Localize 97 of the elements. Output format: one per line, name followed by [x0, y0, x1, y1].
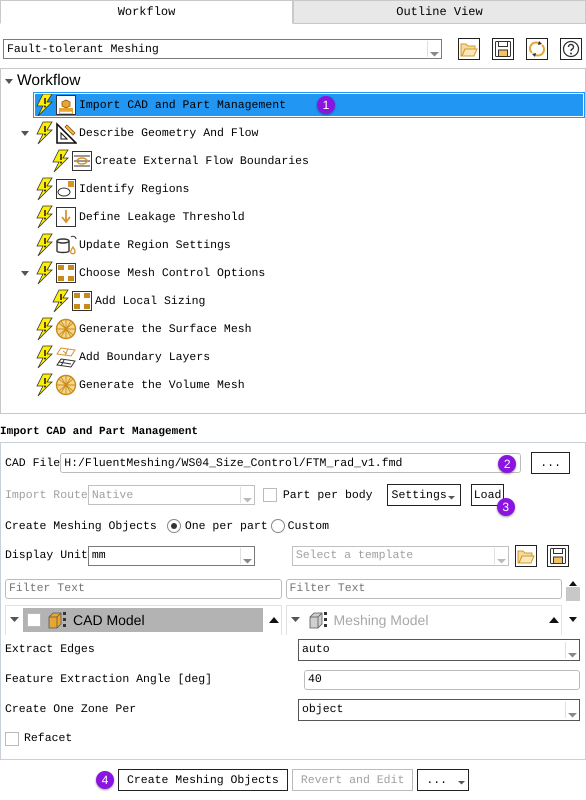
corner-squares-icon — [71, 290, 93, 312]
checkbox-label: Refacet — [24, 732, 72, 746]
checkbox[interactable] — [5, 732, 19, 746]
filter-field[interactable]: Filter Text — [286, 578, 562, 598]
scroll-down-icon — [568, 616, 578, 624]
warning-bolt-icon — [35, 93, 53, 117]
scroll-up-icon — [266, 615, 280, 625]
callout-badge: 3 — [496, 498, 515, 516]
warning-bolt-icon — [35, 121, 53, 145]
help-icon — [561, 39, 581, 59]
warning-bolt-icon — [35, 345, 53, 369]
cube-icon — [47, 611, 67, 629]
number-field[interactable]: 40 — [304, 670, 580, 690]
save-button[interactable] — [546, 544, 569, 566]
region-shape-icon — [55, 178, 77, 200]
settings-button[interactable]: Settings — [386, 484, 461, 506]
warning-bolt-icon — [51, 289, 69, 313]
grid-layers-icon — [55, 346, 77, 368]
field-label: CAD File — [5, 456, 60, 470]
workflow-dropdown[interactable]: Fault-tolerant Meshing — [3, 39, 442, 59]
tree-item[interactable]: Add Local Sizing — [49, 288, 585, 314]
field-label: Extract Edges — [5, 643, 96, 656]
expand-arrow[interactable] — [21, 130, 29, 136]
save-icon — [493, 39, 513, 59]
scrollbar-thumb[interactable] — [566, 586, 580, 600]
field-label: Create Meshing Objects — [5, 520, 157, 533]
checkbox[interactable] — [262, 488, 277, 502]
tree-item[interactable]: Identify Regions — [33, 176, 585, 202]
radio-label: One per part — [184, 520, 268, 533]
dropdown-arrow-icon — [568, 712, 577, 718]
warning-bolt-icon — [35, 317, 53, 341]
mesh-sphere-icon — [55, 374, 77, 396]
corner-squares-icon — [55, 262, 77, 284]
expand-arrow-icon — [10, 617, 19, 623]
callout-badge: 1 — [317, 96, 335, 114]
expand-arrow-icon — [290, 617, 300, 623]
save-button[interactable] — [492, 38, 514, 60]
panel-title: Import CAD and Part Management — [0, 426, 200, 438]
dropdown[interactable]: object — [298, 698, 580, 720]
warning-bolt-icon — [35, 261, 53, 285]
warning-bolt-icon — [51, 149, 69, 173]
open-button[interactable] — [458, 38, 480, 60]
warning-bolt-icon — [35, 177, 53, 201]
dropdown[interactable]: auto — [298, 638, 580, 660]
model-list-item[interactable]: CAD Model — [23, 608, 262, 632]
unit-dropdown[interactable]: mm — [88, 546, 255, 566]
tree-item[interactable]: Create External Flow Boundaries — [49, 148, 585, 174]
warning-bolt-icon — [35, 233, 53, 257]
tab[interactable]: Outline View — [293, 0, 586, 24]
save-icon — [548, 546, 568, 566]
flow-lines-icon — [71, 150, 93, 172]
checkbox-label: Part per body — [282, 488, 373, 502]
open-button[interactable] — [514, 544, 537, 566]
warning-bolt-icon — [35, 205, 53, 229]
load-button[interactable]: Load — [470, 484, 504, 506]
checkbox[interactable] — [27, 613, 41, 627]
tree-item[interactable]: Update Region Settings — [33, 232, 585, 258]
more-menu-button[interactable]: ... — [417, 769, 470, 791]
help-button[interactable] — [560, 38, 582, 60]
expand-arrow[interactable] — [21, 270, 29, 276]
dropdown-arrow-icon — [242, 558, 252, 564]
radio-button[interactable] — [166, 519, 181, 534]
radio-button[interactable] — [270, 519, 285, 534]
dropdown-arrow-icon — [430, 51, 439, 57]
callout-badge: 2 — [498, 455, 516, 473]
field-label: Display Unit — [5, 549, 88, 562]
action-button[interactable]: Create Meshing Objects — [118, 769, 288, 791]
tree-item[interactable]: Generate the Surface Mesh — [33, 316, 585, 342]
dropdown-arrow-icon — [242, 497, 252, 503]
tree-item[interactable]: Define Leakage Threshold — [33, 204, 585, 230]
radio-label: Custom — [288, 520, 330, 533]
tree-heading: Workflow — [17, 72, 80, 90]
browse-button[interactable]: ... — [531, 452, 570, 474]
expand-arrow[interactable] — [5, 78, 13, 84]
ruler-pencil-icon — [55, 122, 77, 144]
tree-item[interactable]: Describe Geometry And Flow — [33, 120, 585, 146]
tree-item[interactable]: Import CAD and Part Management 1 — [33, 92, 585, 118]
dropdown-arrow-icon — [496, 558, 506, 564]
cylinder-drop-icon — [55, 234, 77, 256]
cube-icon — [308, 611, 328, 629]
tab[interactable]: Workflow — [0, 0, 293, 24]
refresh-icon — [527, 39, 547, 59]
callout-badge: 4 — [96, 771, 114, 789]
tree-item[interactable]: Generate the Volume Mesh — [33, 372, 585, 398]
field-label: Feature Extraction Angle [deg] — [5, 673, 214, 686]
cad-box-icon — [55, 94, 77, 116]
tree-item[interactable]: Choose Mesh Control Options — [33, 260, 585, 286]
scroll-up-icon — [547, 615, 561, 625]
filter-field[interactable]: Filter Text — [5, 578, 282, 598]
file-path-field[interactable]: H:/FluentMeshing/WS04_Size_Control/FTM_rad_v1.fmd 2 — [60, 453, 522, 473]
mesh-sphere-icon — [55, 318, 77, 340]
tree-item[interactable]: Add Boundary Layers — [33, 344, 585, 370]
warning-bolt-icon — [35, 373, 53, 397]
dropdown-arrow-icon — [568, 652, 577, 658]
field-label: Create One Zone Per — [5, 703, 138, 716]
field-label: Import Route — [5, 488, 88, 502]
refresh-button[interactable] — [526, 38, 548, 60]
